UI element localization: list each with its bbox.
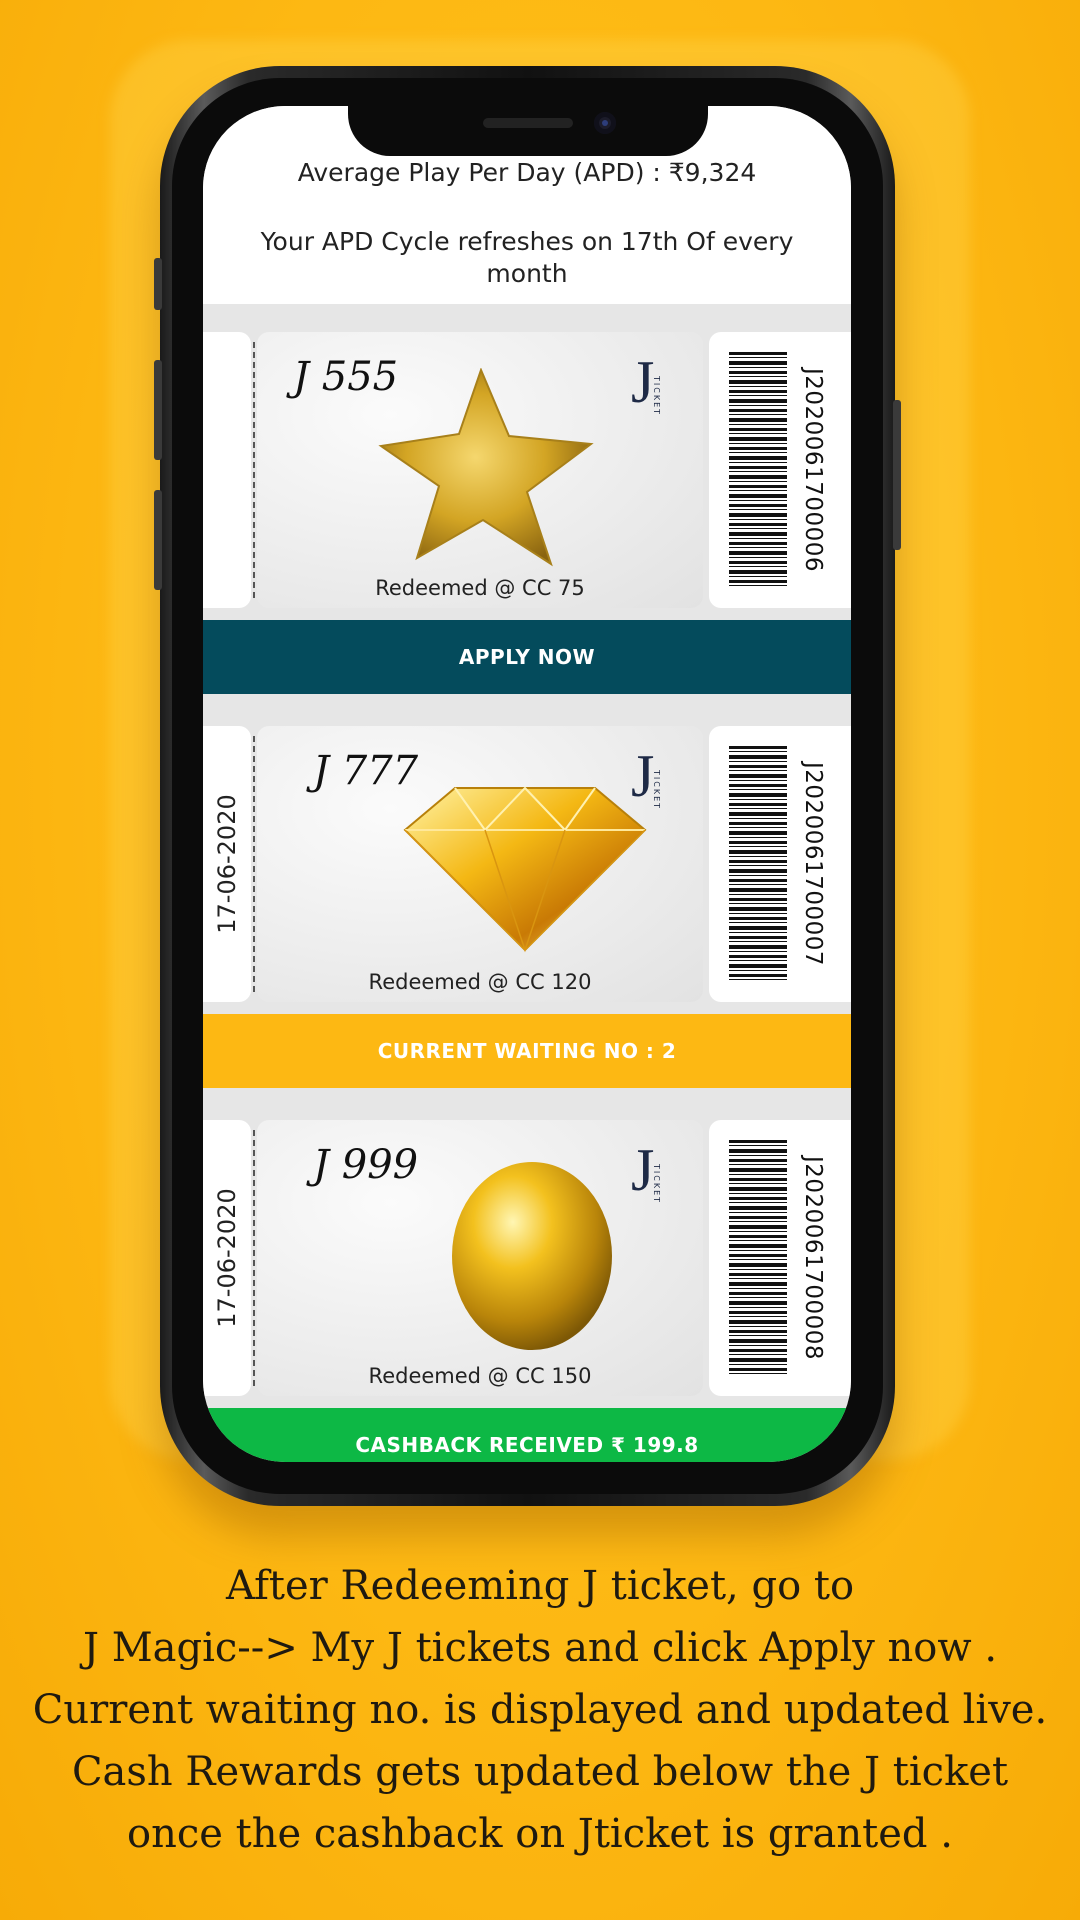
- j-ticket[interactable]: J 555 J TICKET Redeemed @ CC 75 J20200617…: [203, 332, 851, 608]
- ticket-stub: 17-06-2020: [203, 1120, 251, 1396]
- mute-switch: [154, 258, 162, 310]
- redeemed-cc: Redeemed @ CC 75: [375, 576, 585, 600]
- j-ticket[interactable]: 17-06-2020 J 777 J TICKET Redeemed @ CC 1…: [203, 726, 851, 1002]
- speaker-grille: [483, 118, 573, 128]
- perforation-line: [253, 736, 255, 992]
- apd-refresh-note: Your APD Cycle refreshes on 17th Of ever…: [260, 227, 794, 288]
- ticket-card: J 777 J TICKET Redeemed @ CC 120: [257, 726, 703, 1002]
- caption-line: Cash Rewards gets updated below the J ti…: [71, 1749, 1009, 1795]
- waiting-number-banner: CURRENT WAITING NO : 2: [203, 1014, 851, 1088]
- ticket-date: 17-06-2020: [213, 794, 241, 934]
- gold-star-icon: [378, 368, 594, 567]
- barcode-number: J2020061700006: [800, 367, 826, 573]
- caption-line: After Redeeming J ticket, go to: [225, 1563, 855, 1609]
- ticket-card: J 999 J TICKET Redeemed @ CC 150: [257, 1120, 703, 1396]
- redeemed-cc: Redeemed @ CC 120: [368, 970, 592, 994]
- barcode-number: J2020061700008: [800, 1155, 826, 1361]
- barcode-icon: [729, 746, 787, 982]
- barcode-icon: [729, 352, 787, 588]
- gold-egg-icon: [452, 1162, 612, 1350]
- j-ticket[interactable]: 17-06-2020 J 999 J TICKET Redeemed @ CC 1…: [203, 1120, 851, 1396]
- caption-line: J Magic--> My J tickets and click Apply …: [82, 1625, 998, 1671]
- barcode-icon: [729, 1140, 787, 1376]
- cashback-received-banner: CASHBACK RECEIVED ₹ 199.8: [203, 1408, 851, 1462]
- front-camera-icon: [594, 112, 616, 134]
- volume-up-button: [154, 360, 162, 460]
- j-ticket-logo: J TICKET: [631, 349, 661, 417]
- caption-line: once the cashback on Jticket is granted …: [127, 1811, 953, 1857]
- ticket-card: J 555 J TICKET Redeemed @ CC 75: [257, 332, 703, 608]
- instruction-caption: After Redeeming J ticket, go to J Magic-…: [0, 1555, 1080, 1865]
- apd-value: Average Play Per Day (APD) : ₹9,324: [297, 158, 757, 187]
- perforation-line: [253, 1130, 255, 1386]
- j-ticket-logo: J TICKET: [631, 1137, 661, 1205]
- phone-notch: [348, 100, 708, 156]
- perforation-line: [253, 342, 255, 598]
- ticket-stub: [203, 332, 251, 608]
- ticket-date: 17-06-2020: [213, 1188, 241, 1328]
- power-button: [893, 400, 901, 550]
- phone-screen: Average Play Per Day (APD) : ₹9,324 Your…: [203, 106, 851, 1462]
- barcode-section: J2020061700006: [709, 332, 851, 608]
- caption-line: Current waiting no. is displayed and upd…: [32, 1687, 1048, 1733]
- gold-diamond-icon: [403, 786, 647, 953]
- ticket-stub: 17-06-2020: [203, 726, 251, 1002]
- redeemed-cc: Redeemed @ CC 150: [368, 1364, 592, 1388]
- barcode-section: J2020061700008: [709, 1120, 851, 1396]
- volume-down-button: [154, 490, 162, 590]
- barcode-section: J2020061700007: [709, 726, 851, 1002]
- apply-now-button[interactable]: APPLY NOW: [203, 620, 851, 694]
- ticket-title: J 999: [313, 1142, 419, 1188]
- barcode-number: J2020061700007: [800, 761, 826, 967]
